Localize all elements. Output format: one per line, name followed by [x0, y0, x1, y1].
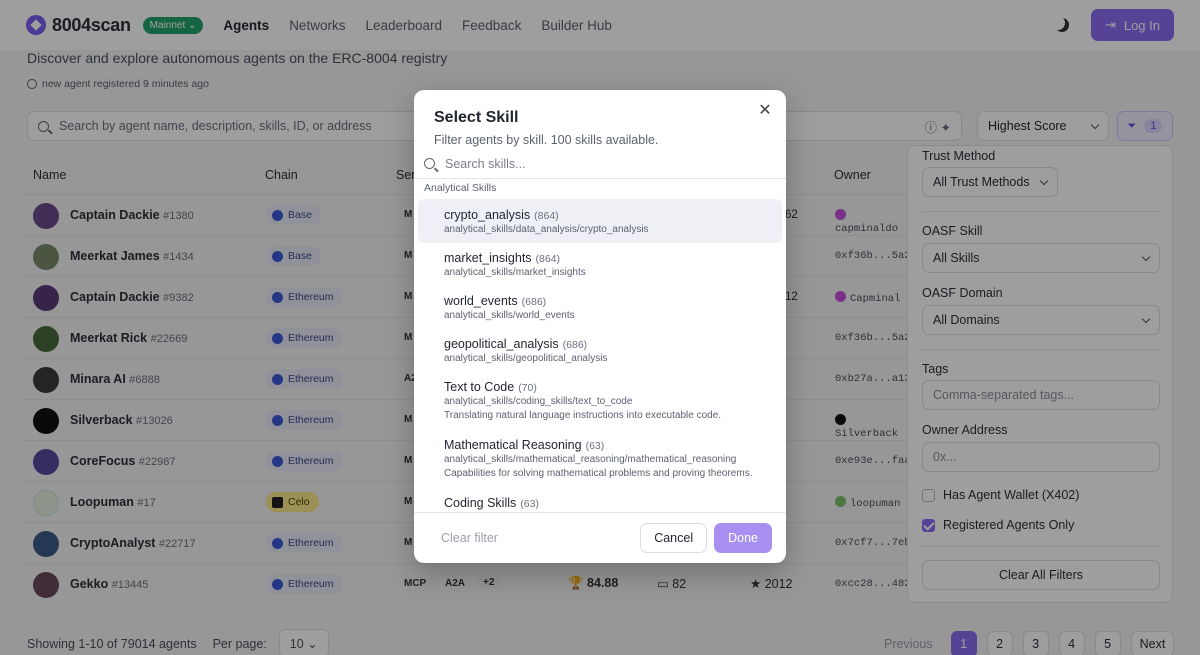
skill-option[interactable]: world_events (686) analytical_skills/worl… — [418, 285, 782, 329]
dialog-subtitle: Filter agents by skill. 100 skills avail… — [434, 133, 659, 147]
close-icon[interactable]: ✕ — [758, 103, 772, 119]
done-button[interactable]: Done — [714, 523, 772, 553]
skill-search-input[interactable]: Search skills... — [414, 149, 786, 179]
search-icon — [424, 158, 435, 169]
select-skill-dialog: Select Skill Filter agents by skill. 100… — [414, 90, 786, 563]
dialog-footer: Clear filter Cancel Done — [414, 512, 786, 563]
skill-list[interactable]: crypto_analysis (864) analytical_skills/d… — [414, 198, 786, 512]
skill-option[interactable]: Coding Skills (63) — [418, 487, 782, 512]
skill-group-heading: Analytical Skills — [424, 182, 497, 194]
cancel-button[interactable]: Cancel — [640, 523, 708, 553]
skill-option[interactable]: market_insights (864) analytical_skills/m… — [418, 242, 782, 286]
skill-option[interactable]: crypto_analysis (864) analytical_skills/d… — [418, 199, 782, 243]
skill-option[interactable]: geopolitical_analysis (686) analytical_sk… — [418, 328, 782, 372]
clear-filter-button[interactable]: Clear filter — [441, 531, 498, 545]
dialog-title: Select Skill — [434, 109, 519, 126]
skill-option[interactable]: Mathematical Reasoning (63) analytical_sk… — [418, 429, 782, 487]
skill-option[interactable]: Text to Code (70) analytical_skills/codin… — [418, 371, 782, 429]
